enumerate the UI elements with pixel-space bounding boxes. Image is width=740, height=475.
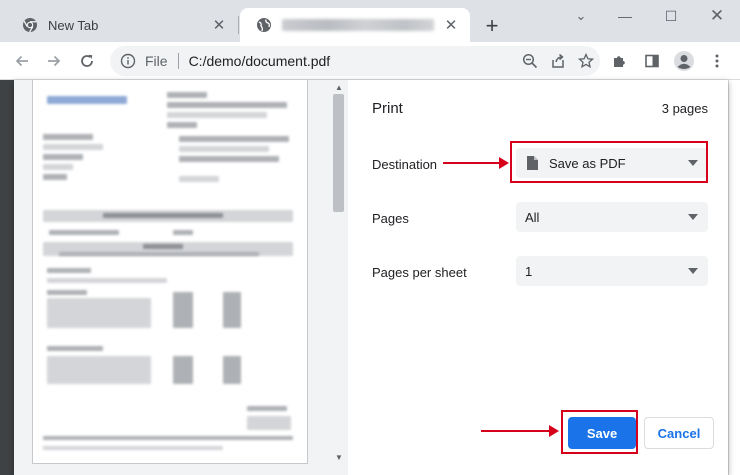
preview-block (49, 230, 119, 235)
preview-block (167, 102, 287, 108)
tab-title-blurred (282, 19, 434, 31)
chrome-icon (22, 17, 38, 33)
tab-divider (238, 16, 239, 34)
page-count: 3 pages (661, 101, 708, 116)
destination-annotation-arrow (443, 157, 509, 169)
preview-block (167, 112, 267, 118)
cancel-button[interactable]: Cancel (644, 417, 714, 449)
preview-block (173, 230, 193, 235)
globe-icon (256, 17, 272, 33)
preview-block (43, 154, 83, 160)
preview-block (47, 268, 91, 273)
preview-block (247, 406, 287, 411)
print-title: Print (372, 100, 403, 117)
share-icon[interactable] (544, 47, 572, 75)
preview-block (223, 292, 241, 328)
preview-block (173, 356, 193, 384)
pages-value: All (525, 209, 540, 225)
print-settings-pane: Print 3 pages Destination Save as PDF Pa… (348, 80, 728, 475)
preview-block (47, 290, 87, 295)
back-arrow-icon[interactable] (8, 47, 36, 75)
preview-block (167, 122, 197, 128)
preview-block (47, 356, 151, 384)
close-tab-icon[interactable]: ✕ (442, 16, 460, 34)
close-window-icon[interactable]: ✕ (694, 4, 740, 28)
preview-block (43, 446, 223, 450)
pages-per-sheet-label: Pages per sheet (372, 265, 467, 280)
destination-highlight-box (510, 141, 708, 183)
side-panel-icon[interactable] (638, 47, 666, 75)
tab-active[interactable]: ✕ (240, 8, 470, 42)
preview-block (143, 244, 183, 249)
save-annotation-arrow (481, 425, 559, 437)
url-scheme-label: File (145, 53, 168, 69)
tab-title: New Tab (48, 17, 99, 33)
preview-scrollbar[interactable]: ▲ ▼ (330, 80, 348, 464)
page-right-strip (728, 80, 740, 475)
preview-block (223, 356, 241, 384)
preview-block (43, 164, 73, 170)
zoom-out-icon[interactable] (516, 47, 544, 75)
print-preview-pane: ▲ ▼ (14, 80, 348, 475)
preview-logo (47, 96, 127, 104)
reload-icon[interactable] (73, 47, 101, 75)
preview-block (247, 416, 291, 430)
address-bar[interactable]: File C:/demo/document.pdf (110, 46, 600, 76)
preview-block (179, 176, 219, 182)
pages-per-sheet-select[interactable]: 1 (516, 256, 708, 286)
preview-block (59, 252, 259, 256)
preview-block (43, 436, 293, 440)
forward-arrow-icon[interactable] (40, 47, 68, 75)
destination-label: Destination (372, 157, 438, 172)
preview-block (179, 136, 289, 142)
minimize-icon[interactable]: — (602, 4, 648, 28)
preview-block (47, 298, 151, 328)
new-tab-button[interactable]: + (480, 13, 504, 38)
preview-page[interactable] (32, 80, 308, 464)
preview-block (47, 346, 103, 351)
scroll-up-icon[interactable]: ▲ (333, 82, 345, 92)
save-highlight-box (561, 410, 638, 454)
maximize-icon[interactable]: ☐ (648, 4, 694, 28)
extensions-puzzle-icon[interactable] (606, 47, 634, 75)
profile-avatar-icon[interactable] (670, 47, 698, 75)
tab-search-icon[interactable]: ⌄ (558, 4, 604, 28)
preview-block (43, 144, 103, 150)
pages-select[interactable]: All (516, 202, 708, 232)
scroll-thumb[interactable] (333, 94, 344, 212)
preview-block (103, 213, 223, 218)
preview-block (179, 156, 279, 162)
preview-block (47, 278, 167, 283)
title-bar: New Tab ✕ ✕ + ⌄ — ☐ ✕ (0, 0, 740, 42)
chevron-down-icon (688, 214, 698, 220)
preview-block (173, 292, 193, 328)
url-text[interactable]: C:/demo/document.pdf (189, 53, 516, 69)
preview-block (179, 146, 269, 152)
pages-label: Pages (372, 211, 409, 226)
url-separator (177, 53, 179, 69)
close-tab-icon[interactable]: ✕ (210, 16, 228, 34)
page-left-strip (0, 80, 14, 475)
scroll-down-icon[interactable]: ▼ (333, 452, 345, 462)
preview-block (43, 174, 67, 180)
pages-per-sheet-value: 1 (525, 263, 533, 279)
preview-block (43, 134, 93, 140)
chevron-down-icon (688, 268, 698, 274)
tab-new-tab[interactable]: New Tab ✕ (6, 8, 238, 42)
bookmark-star-icon[interactable] (572, 47, 600, 75)
preview-block (167, 92, 207, 98)
info-icon[interactable] (119, 52, 137, 70)
browser-toolbar: File C:/demo/document.pdf (0, 42, 740, 80)
kebab-menu-icon[interactable] (703, 47, 731, 75)
